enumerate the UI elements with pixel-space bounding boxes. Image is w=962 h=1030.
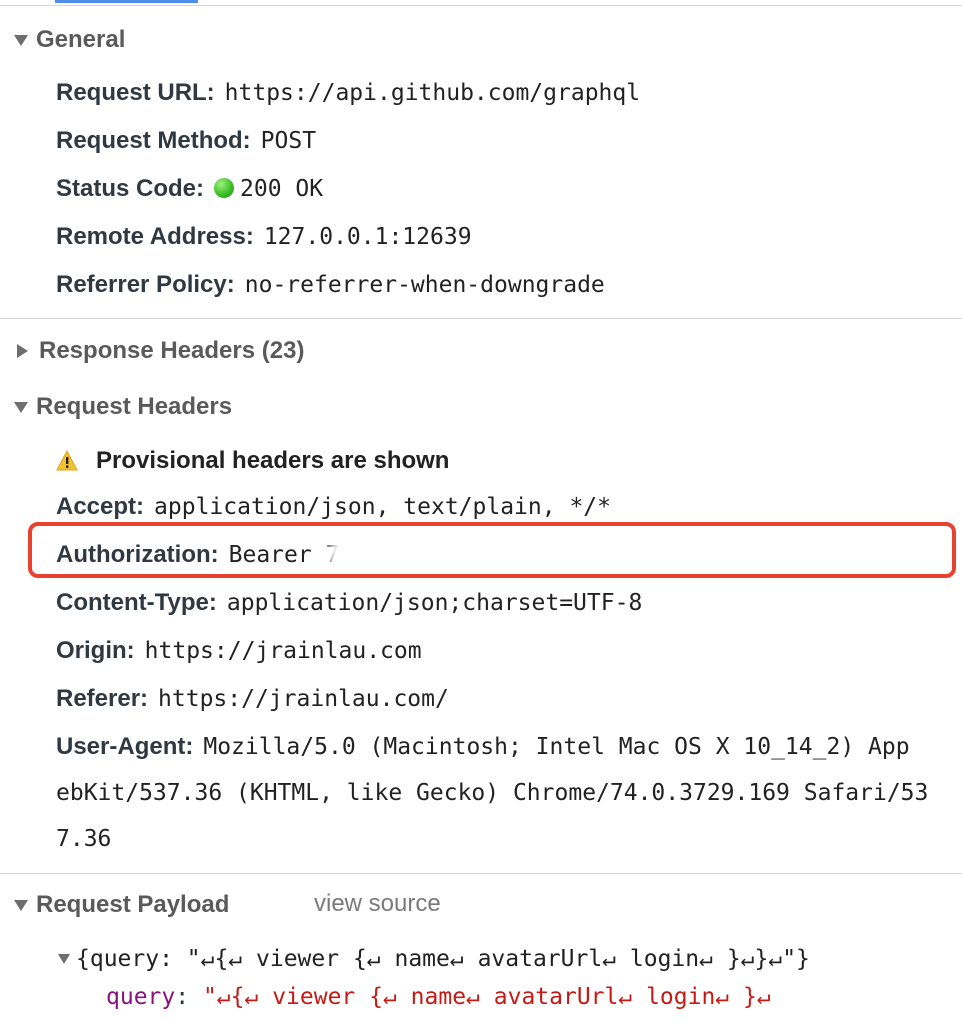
expanded-triangle-icon xyxy=(14,401,28,413)
section-title: Request Payload xyxy=(36,891,230,918)
section-title: Request Headers xyxy=(36,393,233,420)
request-payload-section-toggle[interactable]: Request Payload xyxy=(14,885,229,925)
general-row-request-url: Request URL: https://api.github.com/graph… xyxy=(56,79,641,106)
user-agent-continuation: ebKit/537.36 (KHTML, like Gecko) Chrome/… xyxy=(56,780,929,806)
status-ok-dot-icon xyxy=(214,178,235,198)
response-headers-section-toggle[interactable]: Response Headers (23) xyxy=(14,331,304,371)
collapsed-triangle-icon xyxy=(17,344,28,358)
header-row-accept: Accept: application/json, text/plain, */* xyxy=(56,493,611,520)
expanded-triangle-icon xyxy=(58,954,70,964)
payload-value: "↵{↵ viewer {↵ name↵ avatarUrl↵ login↵ }… xyxy=(202,984,771,1010)
section-title: Response Headers (23) xyxy=(39,337,305,364)
provisional-headers-warning: Provisional headers are shown xyxy=(56,447,449,475)
general-row-request-method: Request Method: POST xyxy=(56,127,317,154)
view-source-link[interactable]: view source xyxy=(314,890,441,918)
header-row-content-type: Content-Type: application/json;charset=UT… xyxy=(56,589,643,616)
request-headers-section-toggle[interactable]: Request Headers xyxy=(14,387,232,427)
authorization-highlight-box xyxy=(28,522,956,578)
general-row-remote-address: Remote Address: 127.0.0.1:12639 xyxy=(56,223,472,250)
warning-icon xyxy=(56,450,78,471)
header-row-origin: Origin: https://jrainlau.com xyxy=(56,637,422,664)
general-row-referrer-policy: Referrer Policy: no-referrer-when-downgra… xyxy=(56,271,605,298)
expanded-triangle-icon xyxy=(14,34,28,46)
payload-key: query xyxy=(106,984,176,1010)
section-divider xyxy=(0,873,962,874)
section-title: General xyxy=(36,26,126,53)
warning-text: Provisional headers are shown xyxy=(96,447,450,474)
user-agent-continuation: 7.36 xyxy=(56,826,112,852)
header-row-referer: Referer: https://jrainlau.com/ xyxy=(56,685,449,712)
general-section-toggle[interactable]: General xyxy=(14,20,125,60)
payload-query-property: query: "↵{↵ viewer {↵ name↵ avatarUrl↵ l… xyxy=(106,984,771,1010)
active-tab-indicator[interactable] xyxy=(55,0,198,3)
payload-object-toggle[interactable]: {query: "↵{↵ viewer {↵ name↵ avatarUrl↵ … xyxy=(58,946,810,972)
header-row-user-agent: User-Agent: Mozilla/5.0 (Macintosh; Intel… xyxy=(56,733,910,760)
tab-strip xyxy=(0,0,962,6)
expanded-triangle-icon xyxy=(14,899,28,911)
general-row-status-code: Status Code: 200 OK xyxy=(56,175,324,202)
payload-summary: {query: "↵{↵ viewer {↵ name↵ avatarUrl↵ … xyxy=(76,946,810,972)
section-divider xyxy=(0,318,962,319)
